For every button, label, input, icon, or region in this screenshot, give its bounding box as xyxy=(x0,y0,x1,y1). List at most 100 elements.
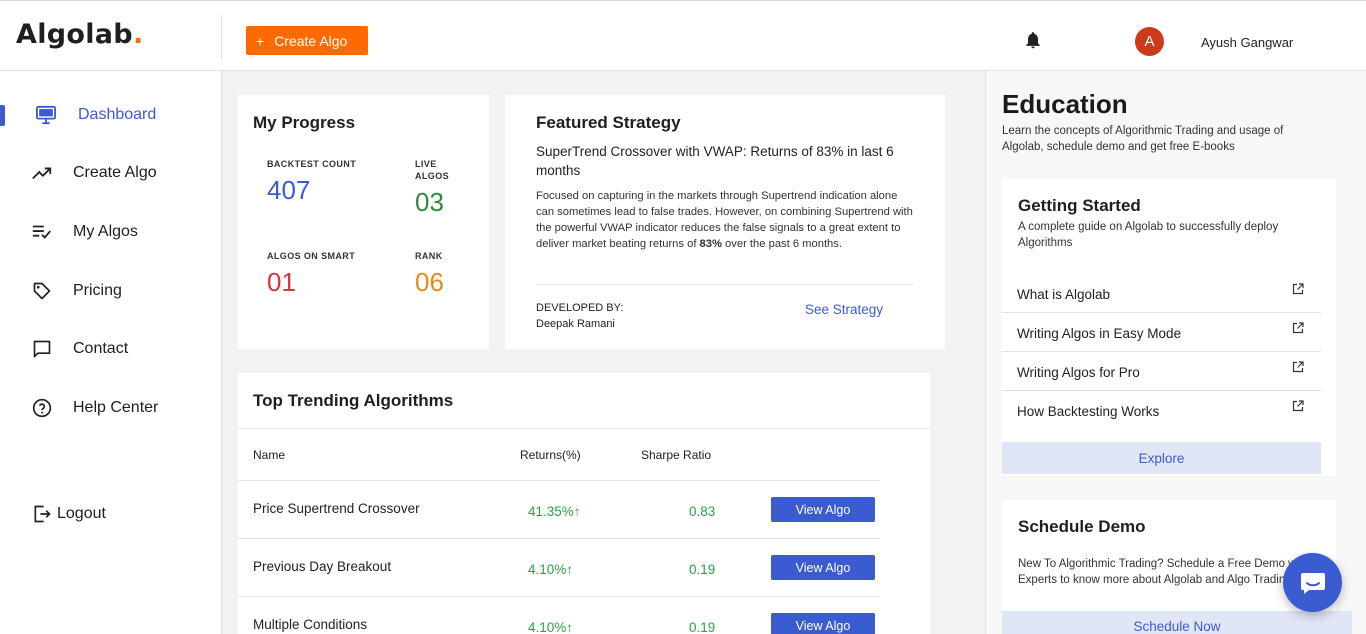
stat-value: 01 xyxy=(267,267,296,297)
table-row: Multiple Conditions 4.10%↑ 0.19 View Alg… xyxy=(238,596,880,634)
stat-live-algos: LIVE ALGOS 03 xyxy=(415,159,449,218)
education-description: Learn the concepts of Algorithmic Tradin… xyxy=(1002,125,1284,153)
schedule-demo-title: Schedule Demo xyxy=(1018,517,1146,536)
education-title: Education xyxy=(1002,89,1128,119)
logo[interactable]: Algolab. xyxy=(16,19,144,50)
algo-sharpe: 0.19 xyxy=(689,562,716,577)
column-header-name: Name xyxy=(253,448,286,462)
help-icon xyxy=(31,397,53,419)
link-what-is-algolab[interactable]: What is Algolab xyxy=(1002,274,1321,313)
education-panel: Education Learn the concepts of Algorith… xyxy=(985,71,1366,634)
column-header-returns: Returns(%) xyxy=(520,448,581,462)
logout-button[interactable]: Logout xyxy=(0,494,221,534)
logout-label: Logout xyxy=(57,505,106,522)
explore-button[interactable]: Explore xyxy=(1002,442,1321,474)
view-algo-button[interactable]: View Algo xyxy=(771,497,875,522)
tag-icon xyxy=(31,280,53,302)
divider xyxy=(221,15,222,59)
trend-icon xyxy=(31,162,53,184)
getting-started-description: A complete guide on Algolab to successfu… xyxy=(1018,221,1279,249)
sidebar-item-label: Pricing xyxy=(73,282,122,299)
stat-label: BACKTEST COUNT xyxy=(267,159,357,169)
featured-strategy-card: Featured Strategy SuperTrend Crossover w… xyxy=(505,95,945,349)
logout-icon xyxy=(31,503,53,525)
algo-returns: 41.35%↑ xyxy=(528,504,581,519)
trending-title: Top Trending Algorithms xyxy=(253,391,454,410)
plus-icon: + xyxy=(256,32,265,49)
sidebar: Dashboard Create Algo My Algos Pricing C… xyxy=(0,71,222,634)
link-writing-algos-pro[interactable]: Writing Algos for Pro xyxy=(1002,352,1321,391)
featured-subtitle: SuperTrend Crossover with VWAP: Returns … xyxy=(536,144,894,178)
sidebar-item-label: My Algos xyxy=(73,223,138,240)
active-indicator xyxy=(0,105,5,126)
algo-name: Multiple Conditions xyxy=(253,617,368,632)
developed-by-label: DEVELOPED BY: xyxy=(536,302,624,314)
list-check-icon xyxy=(31,221,53,243)
algo-name: Price Supertrend Crossover xyxy=(253,501,420,516)
featured-title: Featured Strategy xyxy=(536,113,681,132)
chat-widget-button[interactable] xyxy=(1283,553,1342,612)
stat-label: ALGOS ON SMART xyxy=(267,251,356,261)
bell-icon[interactable] xyxy=(1023,30,1043,50)
divider xyxy=(238,428,930,429)
arrow-up-icon: ↑ xyxy=(566,562,574,577)
sidebar-item-pricing[interactable]: Pricing xyxy=(0,271,221,311)
schedule-now-button[interactable]: Schedule Now xyxy=(1002,611,1352,634)
algo-sharpe: 0.83 xyxy=(689,504,716,519)
algo-name: Previous Day Breakout xyxy=(253,559,392,574)
stat-algos-on-smart: ALGOS ON SMART 01 xyxy=(267,251,355,298)
external-link-icon xyxy=(1292,361,1304,373)
stat-label: LIVE xyxy=(415,159,437,169)
algo-sharpe: 0.19 xyxy=(689,620,716,634)
view-algo-button[interactable]: View Algo xyxy=(771,613,875,634)
link-label: How Backtesting Works xyxy=(1017,404,1160,419)
arrow-up-icon: ↑ xyxy=(573,504,581,519)
external-link-icon xyxy=(1292,400,1304,412)
user-name[interactable]: Ayush Gangwar xyxy=(1201,35,1293,50)
sidebar-item-dashboard[interactable]: Dashboard xyxy=(0,95,221,135)
developer-name: Deepak Ramani xyxy=(536,318,615,330)
link-how-backtesting-works[interactable]: How Backtesting Works xyxy=(1002,391,1321,430)
featured-description: Focused on capturing in the markets thro… xyxy=(536,190,913,250)
progress-card: My Progress BACKTEST COUNT 407 LIVE ALGO… xyxy=(238,95,489,349)
create-algo-button[interactable]: + Create Algo xyxy=(246,26,368,55)
stat-label: ALGOS xyxy=(415,171,450,181)
table-row: Previous Day Breakout 4.10%↑ 0.19 View A… xyxy=(238,538,880,596)
table-row: Price Supertrend Crossover 41.35%↑ 0.83 … xyxy=(238,480,880,538)
top-bar: Algolab. + Create Algo A Ayush Gangwar xyxy=(0,0,1366,71)
column-header-sharpe: Sharpe Ratio xyxy=(641,448,712,462)
external-link-icon xyxy=(1292,322,1304,334)
sidebar-item-create-algo[interactable]: Create Algo xyxy=(0,153,221,193)
link-writing-algos-easy-mode[interactable]: Writing Algos in Easy Mode xyxy=(1002,313,1321,352)
see-strategy-link[interactable]: See Strategy xyxy=(805,302,883,317)
getting-started-card: Getting Started A complete guide on Algo… xyxy=(1002,179,1336,476)
stat-rank: RANK 06 xyxy=(415,251,444,298)
algo-returns: 4.10%↑ xyxy=(528,620,574,634)
stat-label: RANK xyxy=(415,251,443,261)
external-link-icon xyxy=(1292,283,1304,295)
chat-icon xyxy=(1300,572,1325,594)
stat-value: 06 xyxy=(415,267,444,297)
sidebar-item-label: Contact xyxy=(73,340,129,357)
view-algo-button[interactable]: View Algo xyxy=(771,555,875,580)
divider xyxy=(536,284,913,285)
link-label: Writing Algos in Easy Mode xyxy=(1017,326,1182,341)
sidebar-item-label: Dashboard xyxy=(78,106,157,123)
sidebar-item-label: Help Center xyxy=(73,399,159,416)
avatar[interactable]: A xyxy=(1135,27,1164,56)
link-label: Writing Algos for Pro xyxy=(1017,365,1140,380)
stat-backtest-count: BACKTEST COUNT 407 xyxy=(267,159,356,206)
stat-value: 03 xyxy=(415,187,444,217)
link-label: What is Algolab xyxy=(1017,287,1111,302)
create-algo-label: Create Algo xyxy=(274,32,348,49)
sidebar-item-label: Create Algo xyxy=(73,164,157,181)
getting-started-title: Getting Started xyxy=(1018,196,1141,215)
sidebar-item-help-center[interactable]: Help Center xyxy=(0,388,221,428)
sidebar-item-my-algos[interactable]: My Algos xyxy=(0,212,221,252)
algo-returns: 4.10%↑ xyxy=(528,562,574,577)
monitor-icon xyxy=(35,104,57,126)
chat-bubble-icon xyxy=(31,338,53,360)
progress-title: My Progress xyxy=(253,113,356,132)
sidebar-item-contact[interactable]: Contact xyxy=(0,329,221,369)
stat-value: 407 xyxy=(267,175,311,205)
